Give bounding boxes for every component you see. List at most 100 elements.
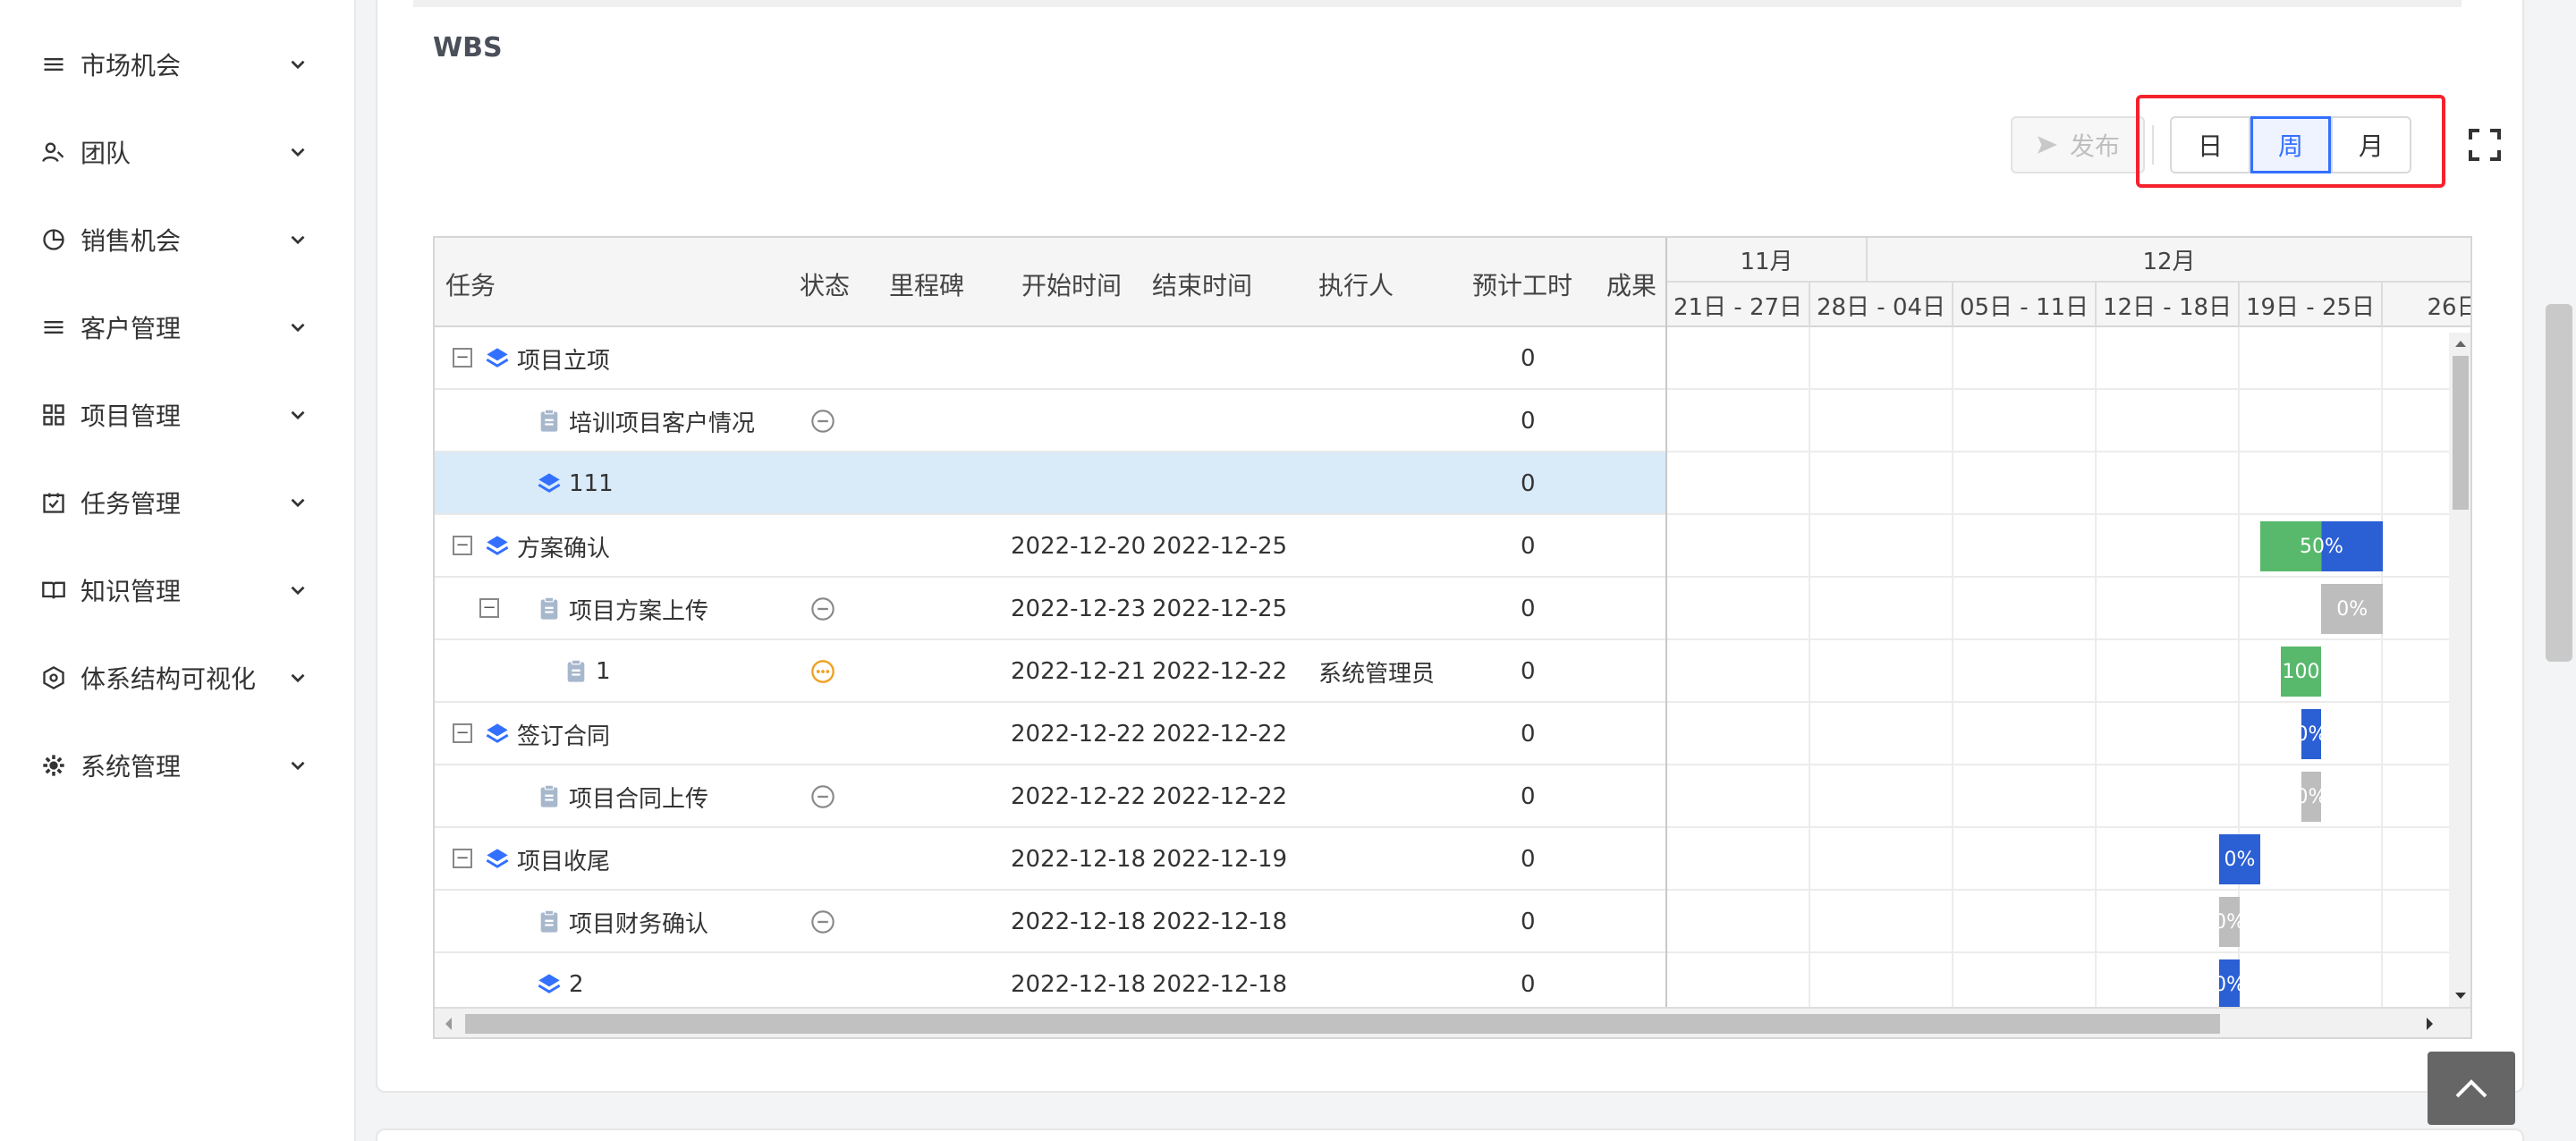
book-icon: [42, 581, 65, 599]
view-week-button[interactable]: 周: [2250, 116, 2331, 173]
end-date: 2022-12-22: [1152, 783, 1288, 810]
task-name[interactable]: 项目方案上传: [569, 578, 708, 640]
top-strip: [413, 0, 2462, 7]
chevron-down-icon[interactable]: [286, 666, 309, 689]
collapse-toggle[interactable]: −: [453, 536, 472, 555]
table-row[interactable]: 111 0: [435, 452, 1665, 515]
gantt-bar[interactable]: 0%: [2301, 709, 2322, 759]
gantt-bar[interactable]: 0%: [2219, 959, 2240, 1010]
scroll-down-icon[interactable]: [2449, 987, 2472, 1005]
chevron-down-icon[interactable]: [286, 53, 309, 76]
pie-chart-icon: [43, 229, 64, 250]
col-status[interactable]: 状态: [800, 266, 850, 302]
estimated-hours: 0: [1521, 470, 1536, 497]
scroll-right-icon[interactable]: [2420, 1010, 2438, 1037]
horizontal-scroll-thumb[interactable]: [465, 1014, 2220, 1034]
sidebar-item-4[interactable]: 客户管理: [41, 300, 309, 354]
col-task[interactable]: 任务: [445, 266, 496, 302]
sidebar-item-6[interactable]: 任务管理: [41, 476, 309, 529]
table-row[interactable]: − 项目方案上传 2022-12-23 2022-12-25 0: [435, 578, 1665, 640]
status-not-started-icon: [811, 910, 835, 934]
scroll-up-icon[interactable]: [2449, 334, 2472, 352]
publish-label: 发布: [2069, 131, 2120, 161]
table-row[interactable]: 1 2022-12-21 2022-12-22 系统管理员 0: [435, 640, 1665, 703]
chevron-down-icon[interactable]: [286, 491, 309, 514]
col-milestone[interactable]: 里程碑: [889, 266, 964, 302]
col-hours[interactable]: 预计工时: [1472, 266, 1572, 302]
task-name[interactable]: 项目收尾: [517, 828, 610, 891]
gantt-bar[interactable]: 0%: [2301, 772, 2322, 822]
sidebar-item-5[interactable]: 项目管理: [41, 388, 309, 442]
layers-icon: [486, 536, 509, 555]
col-start[interactable]: 开始时间: [1021, 266, 1122, 302]
main-content: WBS 发布 日 周 月 任务 状态 里程碑 开始时间 结束时间 执行人 预计工…: [356, 0, 2576, 1141]
task-name[interactable]: 项目财务确认: [569, 891, 708, 953]
page-scrollbar-thumb[interactable]: [2546, 304, 2572, 662]
clipboard-icon: [540, 409, 558, 432]
scroll-left-icon[interactable]: [440, 1010, 458, 1037]
network-icon: [43, 665, 64, 690]
collapse-toggle[interactable]: −: [453, 849, 472, 868]
vertical-scroll-thumb[interactable]: [2453, 356, 2469, 510]
grid-separator[interactable]: [1665, 238, 1667, 1007]
start-date: 2022-12-23: [1011, 596, 1147, 622]
table-row[interactable]: − 项目收尾 2022-12-18 2022-12-19 0: [435, 828, 1665, 891]
task-name[interactable]: 培训项目客户情况: [569, 390, 755, 452]
chevron-down-icon[interactable]: [286, 228, 309, 251]
sidebar: 市场机会团队销售机会客户管理项目管理任务管理知识管理体系结构可视化 系统管理: [0, 0, 356, 1141]
task-name[interactable]: 1: [596, 640, 611, 703]
sidebar-item-7[interactable]: 知识管理: [41, 563, 309, 617]
collapse-toggle[interactable]: −: [479, 598, 499, 618]
task-name[interactable]: 项目合同上传: [569, 765, 708, 828]
chevron-down-icon[interactable]: [286, 754, 309, 777]
gantt-row-line: [1667, 826, 2454, 828]
table-row[interactable]: 项目财务确认 2022-12-18 2022-12-18 0: [435, 891, 1665, 953]
collapse-toggle[interactable]: −: [453, 723, 472, 743]
gantt-bar[interactable]: 0%: [2219, 834, 2260, 884]
collapse-toggle[interactable]: −: [453, 348, 472, 368]
horizontal-scrollbar[interactable]: [435, 1007, 2470, 1037]
task-name[interactable]: 项目立项: [517, 327, 610, 390]
table-row[interactable]: − 签订合同 2022-12-22 2022-12-22 0: [435, 703, 1665, 765]
end-date: 2022-12-22: [1152, 721, 1288, 748]
sidebar-item-8[interactable]: 体系结构可视化: [41, 651, 309, 705]
gantt-bar[interactable]: 0%: [2321, 584, 2383, 634]
back-to-top-button[interactable]: [2428, 1052, 2515, 1125]
sidebar-item-2[interactable]: 团队: [41, 125, 309, 179]
vertical-scrollbar[interactable]: [2449, 333, 2472, 1007]
col-end[interactable]: 结束时间: [1152, 266, 1252, 302]
chevron-down-icon[interactable]: [286, 403, 309, 427]
publish-button[interactable]: 发布: [2011, 116, 2145, 173]
sidebar-item-label: 项目管理: [80, 401, 182, 431]
task-name[interactable]: 111: [569, 452, 614, 515]
table-row[interactable]: 培训项目客户情况 0: [435, 390, 1665, 452]
gantt-row-line: [1667, 951, 2454, 953]
col-result[interactable]: 成果: [1606, 266, 1657, 302]
table-row[interactable]: − 项目立项 0: [435, 327, 1665, 390]
col-owner[interactable]: 执行人: [1318, 266, 1394, 302]
task-name[interactable]: 方案确认: [517, 515, 610, 578]
task-name[interactable]: 签订合同: [517, 703, 610, 765]
status-not-started-icon: [811, 597, 835, 621]
team-icon: [42, 142, 64, 163]
chevron-down-icon[interactable]: [286, 140, 309, 164]
table-row[interactable]: − 方案确认 2022-12-20 2022-12-25 0: [435, 515, 1665, 578]
sidebar-item-label: 团队: [80, 139, 131, 168]
fullscreen-icon[interactable]: [2469, 129, 2501, 161]
gantt-bar[interactable]: 100: [2280, 647, 2322, 697]
sidebar-item-1[interactable]: 市场机会: [41, 38, 309, 91]
chevron-down-icon[interactable]: [286, 316, 309, 339]
sidebar-item-9[interactable]: 系统管理: [41, 739, 309, 792]
end-date: 2022-12-22: [1152, 658, 1288, 685]
sidebar-item-label: 市场机会: [80, 51, 182, 80]
chevron-down-icon[interactable]: [286, 579, 309, 602]
gantt-bar[interactable]: 0%: [2219, 897, 2240, 947]
clipboard-icon: [540, 909, 558, 933]
sidebar-item-3[interactable]: 销售机会: [41, 213, 309, 266]
gantt-row-line: [1667, 576, 2454, 578]
table-row[interactable]: 项目合同上传 2022-12-22 2022-12-22 0: [435, 765, 1665, 828]
gantt-bar[interactable]: 50%: [2259, 521, 2383, 571]
gantt-row-line: [1667, 513, 2454, 515]
end-date: 2022-12-25: [1152, 596, 1288, 622]
gantt-week-header: 28日 - 04日: [1810, 283, 1953, 327]
